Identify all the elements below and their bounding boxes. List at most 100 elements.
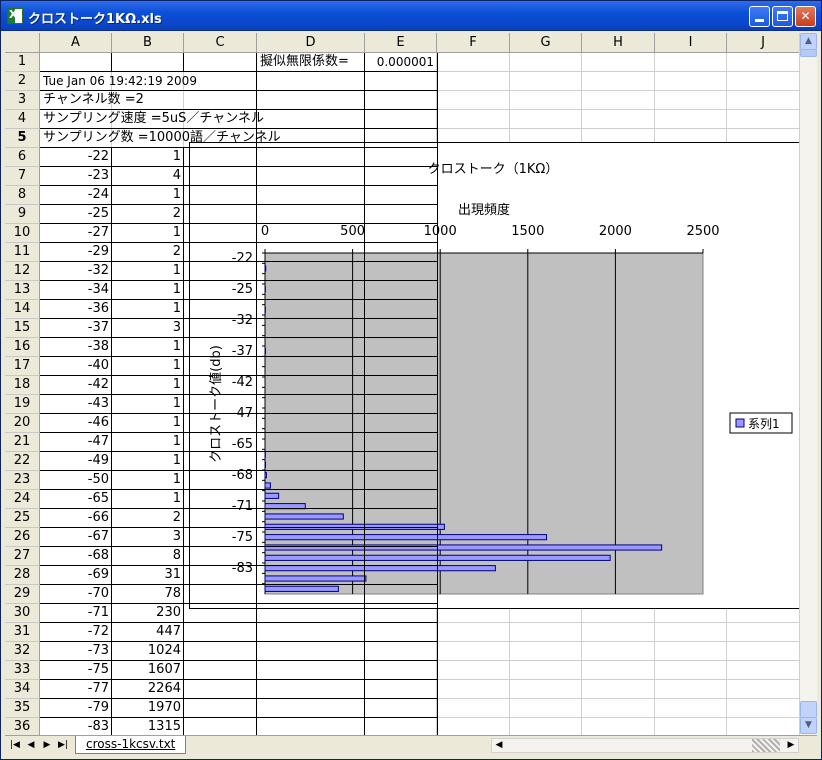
row-header-36[interactable]: 36 [5,718,40,735]
cell-a32[interactable]: -73 [40,642,112,661]
row-header-28[interactable]: 28 [5,566,40,585]
row-header-22[interactable]: 22 [5,452,40,471]
split-box[interactable] [800,701,817,718]
cell-b35[interactable]: 1970 [112,699,184,718]
worksheet-grid[interactable]: 擬似無限係数= 0.000001 Tue Jan 06 19:42:19 200… [5,33,799,735]
row-header-24[interactable]: 24 [5,490,40,509]
last-sheet-icon[interactable]: ▶| [57,738,69,752]
cell-b34[interactable]: 2264 [112,680,184,699]
horizontal-scrollbar[interactable]: ◀ ▶ [491,738,799,753]
row-header-27[interactable]: 27 [5,547,40,566]
cell-a35[interactable]: -79 [40,699,112,718]
cell-a17[interactable]: -40 [40,357,112,376]
row-header-13[interactable]: 13 [5,281,40,300]
scroll-up-button[interactable]: ▲ [800,33,817,50]
title-bar[interactable]: クロストーク1KΩ.xls ✕ [1,1,821,31]
column-header-g[interactable]: G [510,33,582,53]
row-header-32[interactable]: 32 [5,642,40,661]
row-header-18[interactable]: 18 [5,376,40,395]
close-button[interactable]: ✕ [795,6,816,27]
scroll-down-button[interactable]: ▼ [800,717,817,734]
cell-a29[interactable]: -70 [40,585,112,604]
row-header-34[interactable]: 34 [5,680,40,699]
row-header-12[interactable]: 12 [5,262,40,281]
first-sheet-icon[interactable]: |◀ [9,738,21,752]
cell-a4[interactable]: サンプリング速度 =5uS／チャンネル [40,110,360,129]
column-header-h[interactable]: H [582,33,655,53]
row-header-29[interactable]: 29 [5,585,40,604]
row-header-30[interactable]: 30 [5,604,40,623]
cell-a36[interactable]: -83 [40,718,112,735]
row-header-20[interactable]: 20 [5,414,40,433]
cell-b10[interactable]: 1 [112,224,184,243]
cell-a16[interactable]: -38 [40,338,112,357]
cell-a25[interactable]: -66 [40,509,112,528]
row-header-26[interactable]: 26 [5,528,40,547]
cell-a26[interactable]: -67 [40,528,112,547]
cell-a6[interactable]: -22 [40,148,112,167]
row-header-3[interactable]: 3 [5,91,40,110]
row-header-17[interactable]: 17 [5,357,40,376]
column-header-e[interactable]: E [365,33,437,53]
row-header-4[interactable]: 4 [5,110,40,129]
row-header-15[interactable]: 15 [5,319,40,338]
column-header-c[interactable]: C [184,33,257,53]
cell-b23[interactable]: 1 [112,471,184,490]
cell-a12[interactable]: -32 [40,262,112,281]
cell-a10[interactable]: -27 [40,224,112,243]
cell-a19[interactable]: -43 [40,395,112,414]
cell-a22[interactable]: -49 [40,452,112,471]
cell-b6[interactable]: 1 [112,148,184,167]
row-header-8[interactable]: 8 [5,186,40,205]
scroll-left-icon[interactable]: ◀ [492,739,506,752]
cell-a30[interactable]: -71 [40,604,112,623]
row-header-21[interactable]: 21 [5,433,40,452]
row-header-25[interactable]: 25 [5,509,40,528]
cell-b18[interactable]: 1 [112,376,184,395]
cell-b24[interactable]: 1 [112,490,184,509]
cell-a33[interactable]: -75 [40,661,112,680]
row-header-14[interactable]: 14 [5,300,40,319]
row-header-1[interactable]: 1 [5,53,40,72]
column-header-j[interactable]: J [727,33,799,53]
column-header-a[interactable]: A [40,33,112,53]
cell-b19[interactable]: 1 [112,395,184,414]
row-header-5[interactable]: 5 [5,129,40,148]
cell-a2[interactable]: Tue Jan 06 19:42:19 2009 [40,72,340,91]
cell-a27[interactable]: -68 [40,547,112,566]
cell-b12[interactable]: 1 [112,262,184,281]
cell-b22[interactable]: 1 [112,452,184,471]
cell-a23[interactable]: -50 [40,471,112,490]
cell-b15[interactable]: 3 [112,319,184,338]
cell-b32[interactable]: 1024 [112,642,184,661]
cell-b16[interactable]: 1 [112,338,184,357]
row-header-7[interactable]: 7 [5,167,40,186]
cell-b29[interactable]: 78 [112,585,184,604]
row-header-19[interactable]: 19 [5,395,40,414]
cell-b7[interactable]: 4 [112,167,184,186]
cell-a15[interactable]: -37 [40,319,112,338]
cell-b14[interactable]: 1 [112,300,184,319]
cell-b25[interactable]: 2 [112,509,184,528]
cell-a13[interactable]: -34 [40,281,112,300]
scroll-thumb[interactable] [800,49,817,57]
maximize-button[interactable] [772,6,793,27]
sheet-tab-cross-1kcsv[interactable]: cross-1kcsv.txt [75,736,187,754]
column-header-d[interactable]: D [257,33,365,53]
cell-a34[interactable]: -77 [40,680,112,699]
cell-a9[interactable]: -25 [40,205,112,224]
cell-b17[interactable]: 1 [112,357,184,376]
excel-icon[interactable] [7,8,23,24]
column-header-i[interactable]: I [655,33,727,53]
cell-b9[interactable]: 2 [112,205,184,224]
cell-a8[interactable]: -24 [40,186,112,205]
cell-d1[interactable]: 擬似無限係数= [257,53,365,72]
cell-b26[interactable]: 3 [112,528,184,547]
cell-b27[interactable]: 8 [112,547,184,566]
cell-b13[interactable]: 1 [112,281,184,300]
cell-a21[interactable]: -47 [40,433,112,452]
cell-b11[interactable]: 2 [112,243,184,262]
cell-b21[interactable]: 1 [112,433,184,452]
row-header-6[interactable]: 6 [5,148,40,167]
minimize-button[interactable] [749,6,770,27]
